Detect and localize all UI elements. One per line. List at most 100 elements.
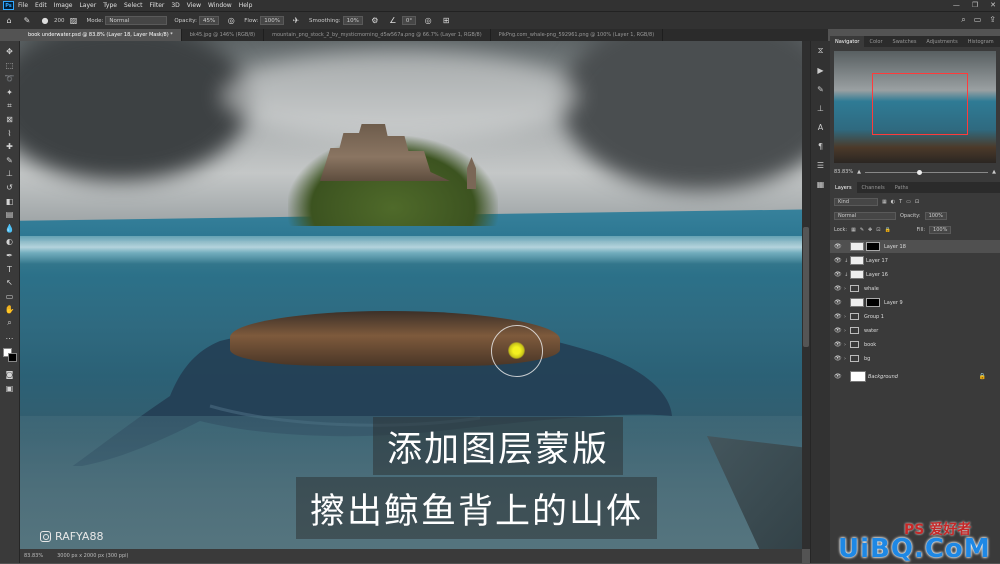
eye-icon[interactable]: 👁 [834, 373, 844, 380]
menu-edit[interactable]: Edit [35, 2, 47, 9]
menu-help[interactable]: Help [239, 2, 253, 9]
tab-paths[interactable]: Paths [890, 182, 914, 193]
brush-settings-icon[interactable]: ▨ [68, 15, 80, 27]
share-icon[interactable]: ⇪ [989, 15, 996, 25]
menu-type[interactable]: Type [103, 2, 117, 9]
blend-mode-select[interactable]: Normal [834, 212, 896, 220]
workspace-icon[interactable]: ▭ [974, 15, 982, 25]
menu-select[interactable]: Select [124, 2, 143, 9]
filter-type-icon[interactable]: T [899, 199, 902, 205]
blur-tool-icon[interactable]: 💧 [3, 222, 17, 235]
actions-panel-icon[interactable]: ▶ [814, 63, 828, 77]
restore-icon[interactable]: ❐ [972, 1, 978, 9]
filter-kind-select[interactable]: Kind [834, 198, 878, 206]
shape-tool-icon[interactable]: ▭ [3, 290, 17, 303]
zoom-out-icon[interactable]: ▲ [857, 169, 861, 175]
tab-histogram[interactable]: Histogram [963, 36, 999, 47]
scrollbar-thumb[interactable] [803, 227, 809, 347]
symmetry-icon[interactable]: ⊞ [440, 15, 452, 27]
layer-row[interactable]: 👁 › bg [830, 352, 1000, 365]
more-tools-icon[interactable]: … [3, 330, 17, 343]
menu-view[interactable]: View [187, 2, 201, 9]
layer-opacity-field[interactable]: 100% [924, 212, 947, 220]
layer-mask-thumbnail[interactable] [866, 242, 880, 251]
eye-icon[interactable]: 👁 [834, 285, 844, 292]
zoom-slider-knob[interactable] [916, 169, 922, 175]
layer-row[interactable]: 👁 › Group 1 [830, 310, 1000, 323]
minimize-icon[interactable]: — [953, 1, 960, 9]
brush-tool-icon[interactable]: ✎ [21, 15, 33, 27]
properties-panel-icon[interactable]: ☰ [814, 158, 828, 172]
layer-row[interactable]: 👁 › water [830, 324, 1000, 337]
layer-mask-thumbnail[interactable] [866, 298, 880, 307]
flow-field[interactable]: 100% [260, 16, 285, 25]
layer-row[interactable]: 👁 › whale [830, 282, 1000, 295]
pen-tool-icon[interactable]: ✒ [3, 249, 17, 262]
filter-shape-icon[interactable]: ▭ [906, 199, 911, 205]
tab-color[interactable]: Color [864, 36, 887, 47]
lock-image-icon[interactable]: ✎ [860, 227, 864, 233]
layer-row[interactable]: 👁 ↓ Layer 17 [830, 254, 1000, 267]
eyedropper-tool-icon[interactable]: ⌇ [3, 127, 17, 140]
tab-adjustments[interactable]: Adjustments [921, 36, 962, 47]
eye-icon[interactable]: 👁 [834, 271, 844, 278]
eye-icon[interactable]: 👁 [834, 313, 844, 320]
brush-panel-icon[interactable]: ✎ [814, 82, 828, 96]
filter-pixel-icon[interactable]: ▦ [882, 199, 887, 205]
menu-filter[interactable]: Filter [150, 2, 165, 9]
menu-3d[interactable]: 3D [171, 2, 179, 9]
pressure-size-icon[interactable]: ◎ [422, 15, 434, 27]
lock-all-icon[interactable]: 🔒 [884, 227, 890, 233]
smoothing-field[interactable]: 10% [342, 16, 363, 25]
search-icon[interactable]: ⌕ [961, 15, 965, 25]
lock-transparent-icon[interactable]: ▦ [851, 227, 856, 233]
healing-tool-icon[interactable]: ✚ [3, 140, 17, 153]
clone-source-icon[interactable]: ⊥ [814, 101, 828, 115]
tab-whale[interactable]: PikPng.com_whale-png_592961.png @ 100% (… [491, 29, 664, 41]
close-icon[interactable]: ✕ [990, 1, 996, 9]
zoom-in-icon[interactable]: ▲ [992, 169, 996, 175]
paragraph-panel-icon[interactable]: ¶ [814, 139, 828, 153]
eye-icon[interactable]: 👁 [834, 299, 844, 306]
menu-layer[interactable]: Layer [79, 2, 96, 9]
eye-icon[interactable]: 👁 [834, 327, 844, 334]
navigator-preview[interactable] [834, 51, 996, 163]
tab-layers[interactable]: Layers [830, 182, 857, 193]
tab-channels[interactable]: Channels [857, 182, 890, 193]
history-panel-icon[interactable]: ⧖ [814, 44, 828, 58]
eye-icon[interactable]: 👁 [834, 355, 844, 362]
navigator-zoom-value[interactable]: 83.83% [834, 169, 853, 175]
menu-file[interactable]: File [18, 2, 28, 9]
brush-tool-icon[interactable]: ✎ [3, 154, 17, 167]
airbrush-icon[interactable]: ✈ [290, 15, 302, 27]
zoom-tool-icon[interactable]: ⌕ [3, 317, 17, 330]
libraries-panel-icon[interactable]: ▦ [814, 177, 828, 191]
gradient-tool-icon[interactable]: ▤ [3, 208, 17, 221]
character-panel-icon[interactable]: A [814, 120, 828, 134]
lock-position-icon[interactable]: ✥ [868, 227, 872, 233]
opacity-field[interactable]: 45% [198, 16, 220, 25]
document-canvas[interactable]: 添加图层蒙版 擦出鲸鱼背上的山体 RAFYA88 [20, 41, 802, 549]
eraser-tool-icon[interactable]: ◧ [3, 195, 17, 208]
navigator-view-box[interactable] [872, 73, 968, 135]
screen-mode-icon[interactable]: ▣ [3, 382, 17, 395]
tab-mountain[interactable]: mountain_png_stock_2_by_mysticmorning_d5… [264, 29, 491, 41]
hand-tool-icon[interactable]: ✋ [3, 303, 17, 316]
quick-mask-icon[interactable]: ◙ [3, 368, 17, 381]
canvas-scrollbar[interactable] [802, 41, 810, 549]
eye-icon[interactable]: 👁 [834, 257, 844, 264]
frame-tool-icon[interactable]: ⊠ [3, 113, 17, 126]
gear-icon[interactable]: ⚙ [369, 15, 381, 27]
filter-adjust-icon[interactable]: ◐ [891, 199, 895, 205]
history-brush-tool-icon[interactable]: ↺ [3, 181, 17, 194]
tab-navigator[interactable]: Navigator [830, 36, 865, 47]
marquee-tool-icon[interactable]: ⬚ [3, 59, 17, 72]
menu-image[interactable]: Image [54, 2, 73, 9]
home-icon[interactable]: ⌂ [3, 15, 15, 27]
eye-icon[interactable]: 👁 [834, 341, 844, 348]
brush-preset-icon[interactable]: ● [39, 15, 51, 27]
lock-artboard-icon[interactable]: ⊡ [876, 227, 880, 233]
angle-field[interactable]: 0° [401, 16, 417, 25]
lasso-tool-icon[interactable]: ➰ [3, 72, 17, 85]
zoom-slider[interactable] [864, 169, 989, 175]
